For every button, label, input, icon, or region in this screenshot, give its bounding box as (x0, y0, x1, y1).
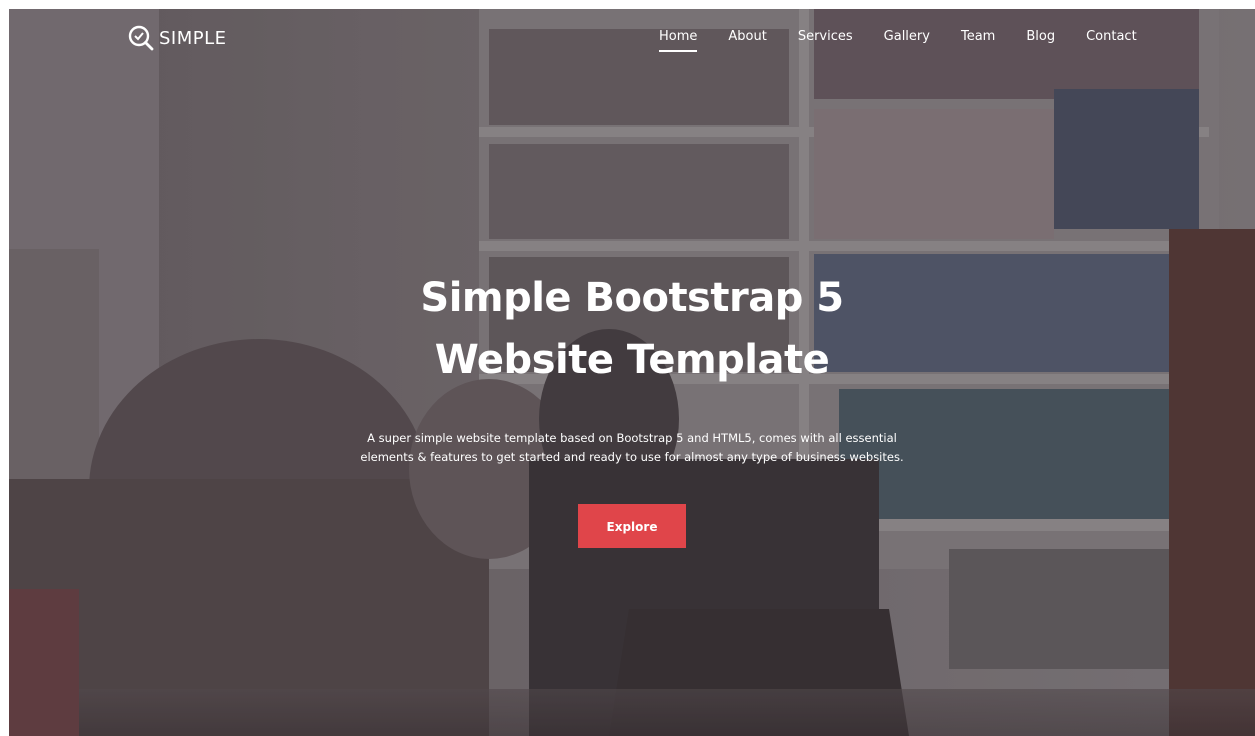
brand-name: SIMPLE (159, 27, 227, 49)
hero-subtitle: A super simple website template based on… (332, 429, 932, 467)
main-nav: Home About Services Gallery Team Blog Co… (659, 29, 1137, 52)
navbar: SIMPLE Home About Services Gallery Team … (9, 9, 1255, 69)
hero-subtitle-line1: A super simple website template based on… (367, 431, 897, 445)
hero-title: Simple Bootstrap 5 Website Template (9, 267, 1255, 391)
hero-title-line1: Simple Bootstrap 5 (420, 275, 844, 321)
hero-content: Simple Bootstrap 5 Website Template A su… (9, 267, 1255, 548)
nav-item-contact[interactable]: Contact (1086, 29, 1137, 52)
nav-item-about[interactable]: About (728, 29, 766, 52)
hero-title-line2: Website Template (434, 337, 830, 383)
nav-item-gallery[interactable]: Gallery (884, 29, 930, 52)
nav-item-blog[interactable]: Blog (1026, 29, 1055, 52)
explore-button[interactable]: Explore (578, 504, 686, 548)
nav-item-services[interactable]: Services (798, 29, 853, 52)
hero-section: SIMPLE Home About Services Gallery Team … (9, 9, 1255, 736)
brand-logo[interactable]: SIMPLE (127, 23, 227, 53)
page: SIMPLE Home About Services Gallery Team … (0, 0, 1255, 736)
hero-subtitle-line2: elements & features to get started and r… (360, 450, 904, 464)
nav-item-home[interactable]: Home (659, 29, 698, 52)
magnifier-logo-icon (128, 25, 154, 51)
nav-item-team[interactable]: Team (961, 29, 995, 52)
